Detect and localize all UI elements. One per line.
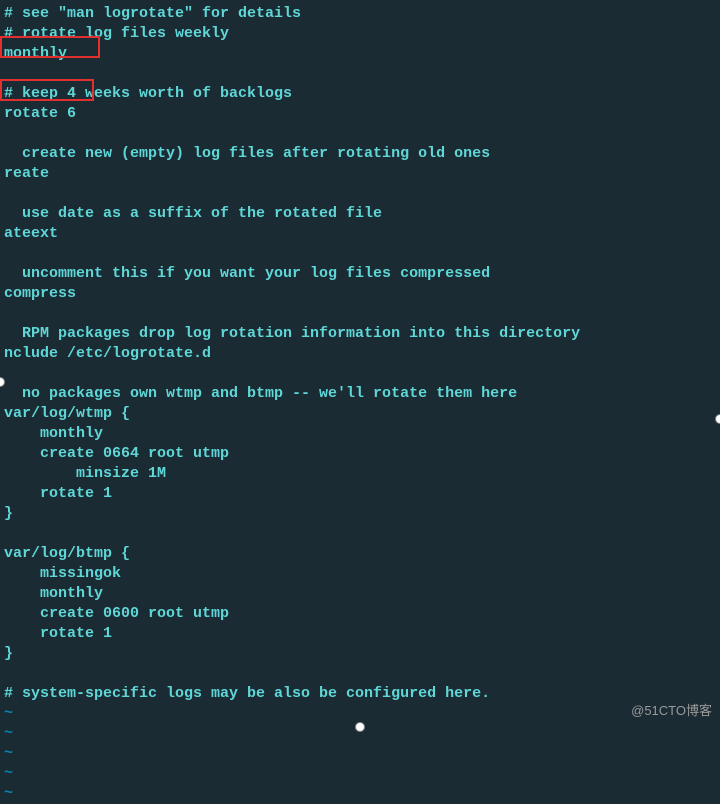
- editor-line: [0, 184, 720, 204]
- resize-handle-bottom[interactable]: [356, 723, 364, 731]
- editor-line: RPM packages drop log rotation informati…: [0, 324, 720, 344]
- editor-line: reate: [0, 164, 720, 184]
- editor-line: rotate 6: [0, 104, 720, 124]
- editor-line: # keep 4 weeks worth of backlogs: [0, 84, 720, 104]
- editor-line: [0, 244, 720, 264]
- editor-line: create 0664 root utmp: [0, 444, 720, 464]
- text-editor-viewport[interactable]: # see "man logrotate" for details# rotat…: [0, 0, 720, 804]
- editor-line: var/log/wtmp {: [0, 404, 720, 424]
- editor-line: missingok: [0, 564, 720, 584]
- editor-line: ~: [0, 704, 720, 724]
- editor-line: ~: [0, 784, 720, 804]
- editor-line: uncomment this if you want your log file…: [0, 264, 720, 284]
- editor-line: var/log/btmp {: [0, 544, 720, 564]
- resize-handle-right[interactable]: [716, 415, 720, 423]
- watermark-text: @51CTO博客: [631, 701, 712, 721]
- editor-line: [0, 124, 720, 144]
- editor-line: nclude /etc/logrotate.d: [0, 344, 720, 364]
- editor-line: rotate 1: [0, 624, 720, 644]
- editor-line: create 0600 root utmp: [0, 604, 720, 624]
- editor-line: [0, 364, 720, 384]
- editor-line: }: [0, 644, 720, 664]
- editor-line: }: [0, 504, 720, 524]
- editor-line: ~: [0, 764, 720, 784]
- editor-line: [0, 664, 720, 684]
- editor-line: # system-specific logs may be also be co…: [0, 684, 720, 704]
- editor-line: rotate 1: [0, 484, 720, 504]
- editor-line: monthly: [0, 584, 720, 604]
- editor-line: minsize 1M: [0, 464, 720, 484]
- editor-line: ~: [0, 744, 720, 764]
- editor-line: monthly: [0, 424, 720, 444]
- editor-line: # see "man logrotate" for details: [0, 4, 720, 24]
- editor-line: [0, 304, 720, 324]
- editor-line: create new (empty) log files after rotat…: [0, 144, 720, 164]
- editor-line: compress: [0, 284, 720, 304]
- editor-line: [0, 64, 720, 84]
- editor-line: no packages own wtmp and btmp -- we'll r…: [0, 384, 720, 404]
- editor-line: [0, 524, 720, 544]
- editor-line: ateext: [0, 224, 720, 244]
- editor-line: # rotate log files weekly: [0, 24, 720, 44]
- editor-line: use date as a suffix of the rotated file: [0, 204, 720, 224]
- editor-line: monthly: [0, 44, 720, 64]
